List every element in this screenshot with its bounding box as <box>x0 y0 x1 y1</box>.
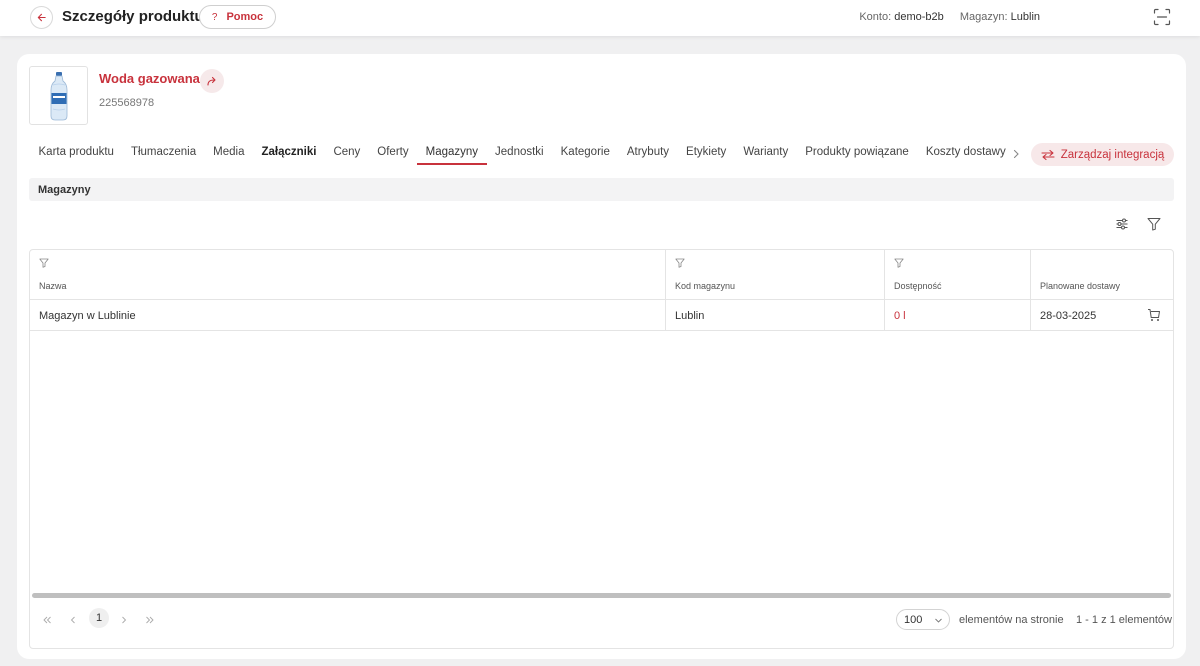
scan-icon[interactable] <box>1153 8 1171 26</box>
column-header-dostepnosc[interactable]: Dostępność <box>884 250 1030 300</box>
table-row[interactable]: Magazyn w Lublinie Lublin 0 l 28-03-2025 <box>30 300 1173 331</box>
page-number-current[interactable]: 1 <box>89 608 109 628</box>
arrow-left-icon <box>37 13 46 22</box>
column-header-nazwa[interactable]: Nazwa <box>30 250 665 300</box>
page-title: Szczegóły produktu <box>62 8 204 25</box>
page-size-value: 100 <box>904 613 923 626</box>
section-title: Magazyny <box>29 178 1174 201</box>
column-filter-icon[interactable] <box>894 258 904 268</box>
tab-ceny[interactable]: Ceny <box>325 142 369 165</box>
account-info: Konto: demo-b2b Magazyn: Lublin <box>859 11 1040 23</box>
tab-kategorie[interactable]: Kategorie <box>552 142 618 165</box>
account-label: Konto: <box>859 11 892 23</box>
tab-atrybuty[interactable]: Atrybuty <box>618 142 677 165</box>
product-card: Woda gazowana 225568978 Karta produktu T… <box>17 54 1186 659</box>
page-size-select[interactable]: 100 <box>896 609 950 630</box>
column-label: Kod magazynu <box>675 281 736 291</box>
column-filter-icon[interactable] <box>39 258 49 268</box>
share-arrow-icon <box>207 76 216 86</box>
back-button[interactable] <box>30 6 53 29</box>
question-icon: ? <box>211 11 218 23</box>
tab-media[interactable]: Media <box>205 142 253 165</box>
filter-icon[interactable] <box>1147 217 1161 231</box>
column-header-kod-magazynu[interactable]: Kod magazynu <box>665 250 884 300</box>
tab-magazyny[interactable]: Magazyny <box>417 142 487 165</box>
tab-tlumaczenia[interactable]: Tłumaczenia <box>122 142 204 165</box>
account-value: demo-b2b <box>894 11 944 23</box>
warehouse-label: Magazyn: <box>959 11 1008 23</box>
column-label: Planowane dostawy <box>1040 281 1121 291</box>
column-label: Dostępność <box>894 281 942 291</box>
next-page-icon[interactable] <box>119 615 129 625</box>
pager-range: 1 - 1 z 1 elementów <box>1076 614 1172 626</box>
water-bottle-icon <box>50 71 67 120</box>
delivery-cart-icon[interactable] <box>1147 308 1161 322</box>
cell-dostepnosc: 0 l <box>884 300 1030 330</box>
first-page-icon[interactable] <box>42 615 52 625</box>
tab-oferty[interactable]: Oferty <box>369 142 417 165</box>
product-thumbnail[interactable] <box>29 66 88 125</box>
swap-arrows-icon <box>1041 149 1055 160</box>
horizontal-scrollbar[interactable] <box>32 593 1171 598</box>
cell-nazwa: Magazyn w Lublinie <box>39 310 136 322</box>
chevron-right-icon[interactable] <box>1010 148 1022 160</box>
share-button[interactable] <box>200 69 224 93</box>
manage-integration-button[interactable]: Zarządzaj integracją <box>1031 143 1174 166</box>
column-filter-icon[interactable] <box>675 258 685 268</box>
tab-zalaczniki[interactable]: Załączniki <box>253 142 325 165</box>
warehouse-grid: Nazwa Kod magazynu Dostępność Planowane … <box>29 249 1174 649</box>
help-button[interactable]: ? Pomoc <box>199 5 276 29</box>
column-settings-icon[interactable] <box>1115 217 1129 231</box>
column-label: Nazwa <box>39 281 67 291</box>
chevron-down-icon <box>935 618 942 623</box>
warehouse-value: Lublin <box>1010 11 1040 23</box>
grid-header: Nazwa Kod magazynu Dostępność Planowane … <box>30 250 1173 300</box>
tab-karta-produktu[interactable]: Karta produktu <box>30 142 122 165</box>
product-name: Woda gazowana <box>99 71 200 86</box>
page-size-label: elementów na stronie <box>959 614 1064 626</box>
product-code: 225568978 <box>99 97 155 109</box>
manage-integration-label: Zarządzaj integracją <box>1060 148 1165 161</box>
last-page-icon[interactable] <box>145 615 155 625</box>
tab-jednostki[interactable]: Jednostki <box>487 142 553 165</box>
tabs-bar: Karta produktu Tłumaczenia Media Załączn… <box>30 142 1014 168</box>
top-bar: Szczegóły produktu ? Pomoc Konto: demo-b… <box>0 0 1200 36</box>
tab-etykiety[interactable]: Etykiety <box>678 142 735 165</box>
column-header-planowane-dostawy[interactable]: Planowane dostawy <box>1030 250 1173 300</box>
help-button-label: Pomoc <box>226 11 264 23</box>
cell-kod-magazynu: Lublin <box>665 300 884 330</box>
previous-page-icon[interactable] <box>68 615 78 625</box>
tab-produkty-powiazane[interactable]: Produkty powiązane <box>797 142 918 165</box>
tab-warianty[interactable]: Warianty <box>735 142 797 165</box>
tab-koszty-dostawy[interactable]: Koszty dostawy <box>917 142 1014 165</box>
